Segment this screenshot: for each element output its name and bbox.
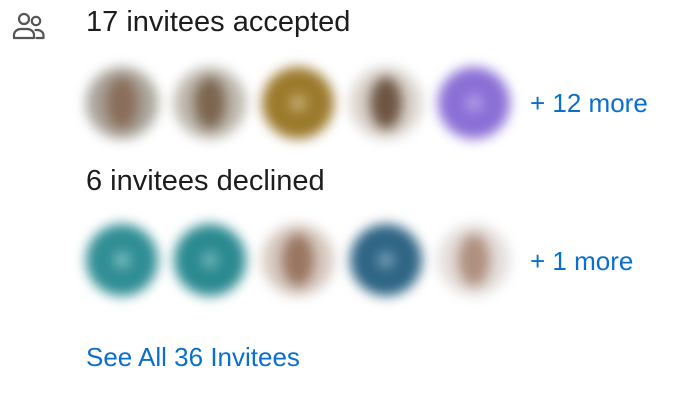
see-all-invitees-link[interactable]: See All 36 Invitees <box>86 341 300 373</box>
accepted-more-link[interactable]: + 12 more <box>530 87 648 119</box>
declined-avatar-1-initials-avatar[interactable] <box>78 216 166 304</box>
accepted-avatar-list <box>78 55 518 151</box>
accepted-avatar-5-initials-avatar[interactable] <box>430 59 518 147</box>
accepted-avatar-2-photo-avatar[interactable] <box>166 59 254 147</box>
accepted-avatar-1-photo-avatar[interactable] <box>78 59 166 147</box>
declined-avatar-5-photo-avatar[interactable] <box>430 216 518 304</box>
accepted-avatar-3-initials-avatar[interactable] <box>254 59 342 147</box>
accepted-avatar-4-photo-avatar[interactable] <box>342 59 430 147</box>
declined-avatar-3-photo-avatar[interactable] <box>254 216 342 304</box>
declined-avatar-list <box>78 212 518 308</box>
declined-avatar-4-initials-avatar[interactable] <box>342 216 430 304</box>
accepted-heading: 17 invitees accepted <box>86 6 351 38</box>
declined-avatar-2-initials-avatar[interactable] <box>166 216 254 304</box>
people-icon <box>12 12 45 40</box>
declined-heading: 6 invitees declined <box>86 165 325 197</box>
declined-more-link[interactable]: + 1 more <box>530 245 633 277</box>
